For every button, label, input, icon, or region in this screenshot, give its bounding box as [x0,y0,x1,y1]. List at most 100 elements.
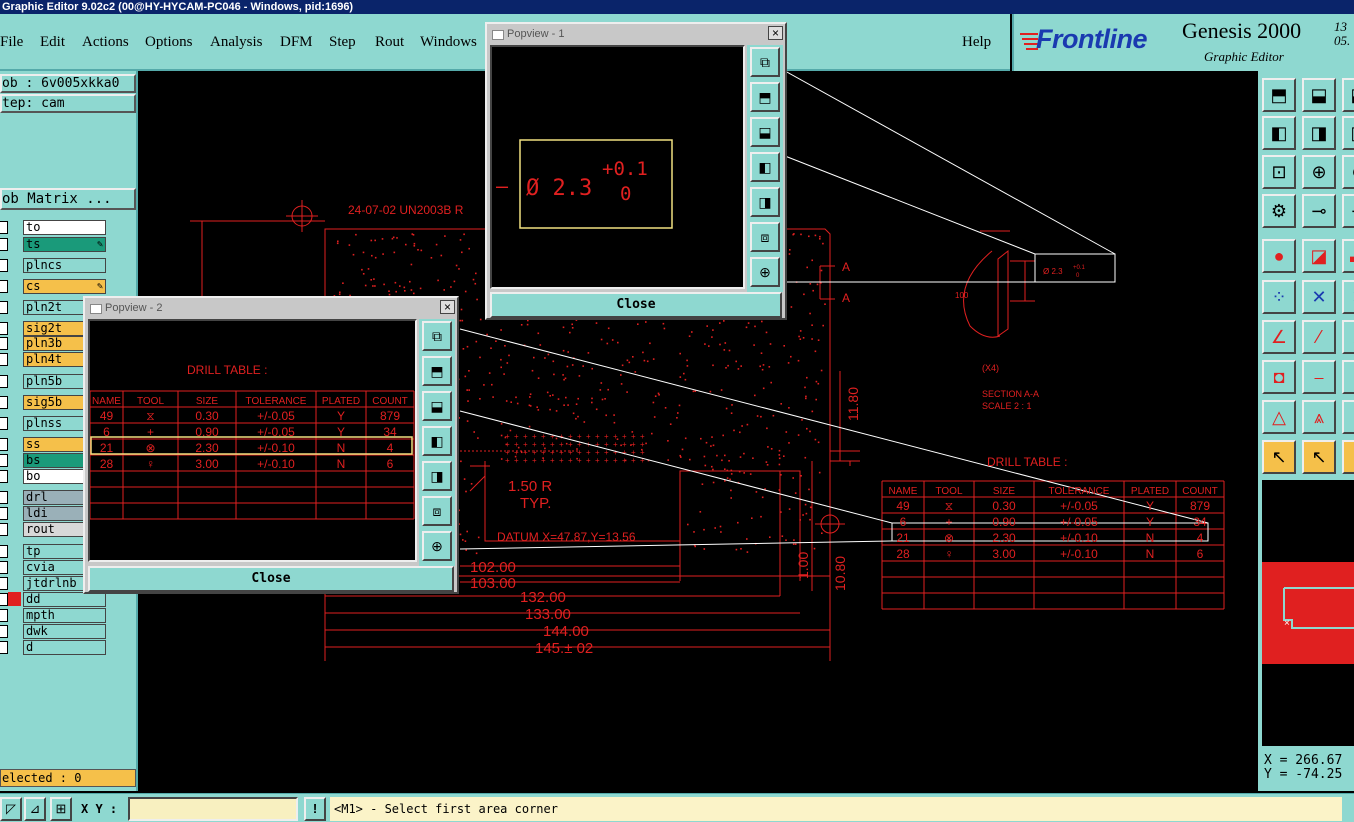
layer-checkbox[interactable] [0,337,8,350]
slope-icon[interactable]: ⁄ [1302,320,1336,354]
layer-checkbox[interactable] [0,523,8,536]
left-icon[interactable]: ◧ [1262,116,1296,150]
popview-1-titlebar[interactable]: Popview - 1 [489,26,783,43]
pan-left-icon[interactable]: ◧ [422,426,452,456]
layer-name[interactable]: ts ✎ [23,237,106,252]
triangle2-icon[interactable]: ⩓ [1342,400,1354,434]
close-icon[interactable]: × [768,26,783,40]
zoom-in-icon[interactable]: ⧈ [422,496,452,526]
layer-row[interactable]: to [0,220,110,235]
select2-icon[interactable]: ↖ [1342,440,1354,474]
cross-icon[interactable]: ✕ [1302,280,1336,314]
select-icon[interactable]: ↖ [1302,440,1336,474]
line-icon[interactable]: ▬ [1342,239,1354,273]
popview-1-close-button[interactable]: Close [490,292,782,318]
center2-icon[interactable]: ⊕ [1342,155,1354,189]
layer-checkbox[interactable] [0,625,8,638]
menu-rout[interactable]: Rout [375,34,404,51]
pan-left-icon[interactable]: ◧ [750,152,780,182]
right2-icon[interactable]: ◨ [1342,116,1354,150]
fit-icon[interactable]: ⊡ [1262,155,1296,189]
grid-icon[interactable]: ⊞ [50,797,72,821]
layer-name[interactable]: dwk [23,624,106,639]
slope2-icon[interactable]: ⁄ [1342,320,1354,354]
layer-checkbox[interactable] [0,301,8,314]
layer-checkbox[interactable] [0,280,8,293]
zoom-window-icon[interactable]: ⧉ [422,321,452,351]
layer-row[interactable]: plncs [0,258,110,273]
alert-icon[interactable]: ! [304,797,326,821]
layer-name[interactable]: to [23,220,106,235]
pan-down-icon[interactable]: ⬓ [422,391,452,421]
layer-checkbox[interactable] [0,593,8,606]
probe-icon[interactable]: ⊸ [1302,194,1336,228]
dash-icon[interactable]: ⎯ [1302,360,1336,394]
mini-view[interactable]: × [1262,480,1354,746]
zoom-out-icon[interactable]: ⊕ [422,531,452,561]
layer-checkbox[interactable] [0,641,8,654]
pan-up-icon[interactable]: ⬒ [422,356,452,386]
cross2-icon[interactable]: ✕ [1342,280,1354,314]
popview-2-content[interactable]: NAME TOOL SIZE TOLERANCE PLATED COUNT 49 ⧖ 0.30 +… [88,319,417,562]
pointer-icon[interactable]: ↖ [1262,440,1296,474]
layer-row[interactable]: dwk [0,624,110,639]
layer-checkbox[interactable] [0,438,8,451]
layer-name[interactable]: d [23,640,106,655]
layer-row[interactable]: d [0,640,110,655]
layer-checkbox[interactable] [0,470,8,483]
layer-checkbox[interactable] [0,353,8,366]
layer-row[interactable]: cs ✎ [0,279,110,294]
menu-actions[interactable]: Actions [82,34,129,51]
menu-dfm[interactable]: DFM [280,34,313,51]
dash2-icon[interactable]: ⎯ [1342,360,1354,394]
top2-icon[interactable]: ⬓ [1342,78,1354,112]
angle-icon[interactable]: ∠ [1262,320,1296,354]
menu-options[interactable]: Options [145,34,193,51]
center-icon[interactable]: ⊕ [1302,155,1336,189]
triangle-icon[interactable]: △ [1262,400,1296,434]
layer-row[interactable]: ts ✎ [0,237,110,252]
zoom-icon[interactable]: ◸ [0,797,22,821]
triangle-up-icon[interactable]: ⩓ [1302,400,1336,434]
layer-name[interactable]: mpth [23,608,106,623]
menu-file[interactable]: File [0,34,23,51]
home-icon[interactable]: ⬒ [1262,78,1296,112]
menu-analysis[interactable]: Analysis [210,34,263,51]
feature-icon[interactable]: ◘ [1262,360,1296,394]
xy-input[interactable] [128,797,298,821]
layer-checkbox[interactable] [0,454,8,467]
layer-checkbox[interactable] [0,417,8,430]
zoom-in-icon[interactable]: ⧈ [750,222,780,252]
menu-step[interactable]: Step [329,34,356,51]
layer-checkbox[interactable] [0,609,8,622]
popview-1-content[interactable]: – Ø 2.3 +0.1 0 [490,45,745,289]
popview-2-close-button[interactable]: Close [88,566,454,592]
menu-help[interactable]: Help [962,34,991,51]
layer-row[interactable]: dd [0,592,110,607]
measure-icon[interactable]: ◪ [1302,239,1336,273]
layer-name[interactable]: plncs [23,258,106,273]
layer-checkbox[interactable] [0,221,8,234]
layer-checkbox[interactable] [0,507,8,520]
layer-name[interactable]: cs ✎ [23,279,106,294]
pan-right-icon[interactable]: ◨ [750,187,780,217]
snap-icon[interactable]: ● [1262,239,1296,273]
layer-checkbox[interactable] [0,491,8,504]
layer-checkbox[interactable] [0,259,8,272]
menu-windows[interactable]: Windows [420,34,477,51]
node-icon[interactable]: ⁘ [1262,280,1296,314]
layer-row[interactable]: mpth [0,608,110,623]
close-icon[interactable]: × [440,300,455,314]
layer-checkbox[interactable] [0,577,8,590]
pan-up-icon[interactable]: ⬒ [750,82,780,112]
right-icon[interactable]: ◨ [1302,116,1336,150]
layer-checkbox[interactable] [0,238,8,251]
layer-checkbox[interactable] [0,396,8,409]
measure-icon[interactable]: ⊿ [24,797,46,821]
zoom-window-icon[interactable]: ⧉ [750,47,780,77]
popview-2-titlebar[interactable]: Popview - 2 [87,300,455,317]
layer-checkbox[interactable] [0,322,8,335]
top-icon[interactable]: ⬓ [1302,78,1336,112]
pan-down-icon[interactable]: ⬓ [750,117,780,147]
layer-checkbox[interactable] [0,561,8,574]
